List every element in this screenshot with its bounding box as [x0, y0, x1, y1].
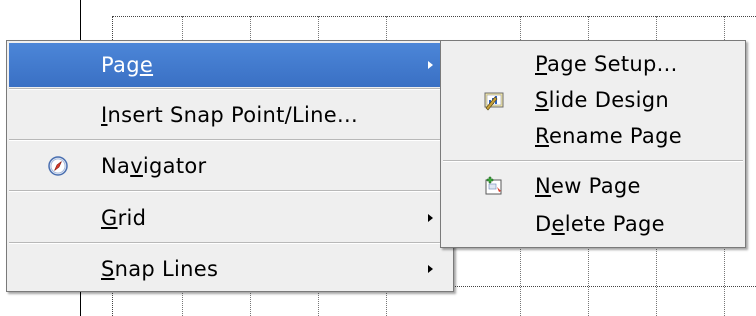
slide-design-icon — [483, 89, 505, 111]
menu-item-label: Snap Lines — [101, 257, 219, 281]
menu-separator — [9, 88, 451, 90]
submenu-item-label: Delete Page — [535, 212, 665, 236]
menu-item-label: Navigator — [101, 154, 207, 178]
ruler-edge — [80, 0, 81, 40]
submenu-item-page-setup[interactable]: Page Setup... — [443, 45, 743, 83]
submenu-arrow-icon — [428, 214, 433, 222]
submenu-item-new-page[interactable]: New Page — [443, 167, 743, 205]
menu-item-grid[interactable]: Grid — [9, 196, 451, 240]
menu-separator — [9, 190, 451, 192]
context-menu: Page Insert Snap Point/Line... Navigator… — [6, 40, 454, 292]
ruler-edge-bottom — [80, 292, 81, 316]
submenu-item-delete-page[interactable]: Delete Page — [443, 205, 743, 243]
drawing-canvas: Page Insert Snap Point/Line... Navigator… — [0, 0, 756, 316]
menu-item-navigator[interactable]: Navigator — [9, 144, 451, 188]
submenu-item-label: Page Setup... — [535, 52, 678, 76]
submenu-separator — [443, 160, 743, 162]
page-submenu: Page Setup... Slide Design Rename Page N… — [440, 40, 746, 248]
page-border-bottom — [450, 286, 756, 287]
new-page-icon — [483, 175, 505, 197]
submenu-arrow-icon — [428, 265, 433, 273]
submenu-item-label: New Page — [535, 174, 641, 198]
menu-item-label: Grid — [101, 206, 147, 230]
menu-separator — [9, 139, 451, 141]
page-border-top — [112, 16, 756, 17]
submenu-item-label: Rename Page — [535, 124, 682, 148]
submenu-item-label: Slide Design — [535, 88, 670, 112]
menu-item-snap-lines[interactable]: Snap Lines — [9, 247, 451, 291]
submenu-arrow-icon — [428, 61, 433, 69]
submenu-item-slide-design[interactable]: Slide Design — [443, 81, 743, 119]
menu-item-label: Insert Snap Point/Line... — [101, 103, 358, 127]
menu-item-label: Page — [101, 53, 154, 77]
menu-item-insert-snap-point-line[interactable]: Insert Snap Point/Line... — [9, 93, 451, 137]
menu-item-page[interactable]: Page — [9, 43, 451, 87]
menu-separator — [9, 242, 451, 244]
submenu-item-rename-page[interactable]: Rename Page — [443, 117, 743, 155]
navigator-compass-icon — [47, 155, 69, 177]
